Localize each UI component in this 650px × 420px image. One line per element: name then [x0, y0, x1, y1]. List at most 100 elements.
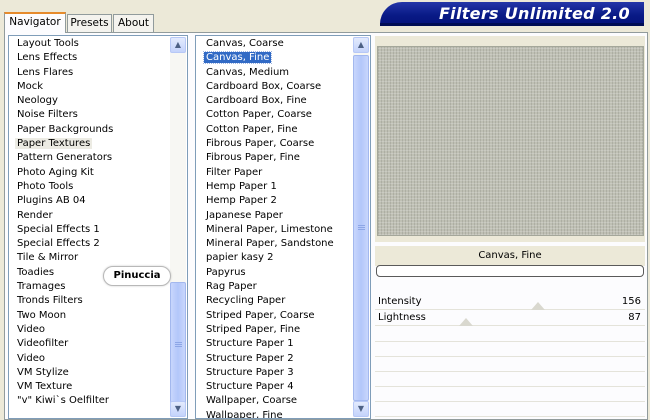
category-item[interactable]: Lens Flares [9, 66, 169, 80]
filter-item-label: Striped Paper, Fine [206, 323, 301, 335]
filter-item[interactable]: Mineral Paper, Sandstone [196, 237, 352, 251]
filter-item-label: Cotton Paper, Coarse [206, 109, 312, 121]
category-item-label: Video [17, 352, 46, 364]
slider-marker[interactable] [459, 318, 473, 326]
category-item-label: Tronds Filters [17, 295, 83, 307]
category-item[interactable]: Layout Tools [9, 37, 169, 51]
selected-filter-name: Canvas, Fine [375, 246, 645, 266]
filter-item-label: Structure Paper 1 [206, 338, 294, 350]
filter-item[interactable]: Hemp Paper 1 [196, 180, 352, 194]
category-item[interactable]: Special Effects 1 [9, 223, 169, 237]
filter-item[interactable]: Filter Paper [196, 166, 352, 180]
filter-item-label: Cotton Paper, Fine [206, 123, 298, 135]
param-label: Intensity [378, 296, 422, 307]
filter-item[interactable]: papier kasy 2 [196, 251, 352, 265]
category-item[interactable]: Video [9, 352, 169, 366]
chevron-up-icon[interactable]: ▲ [353, 37, 369, 53]
category-item[interactable]: Paper Backgrounds [9, 123, 169, 137]
slider-marker[interactable] [531, 302, 545, 310]
filter-scroll-thumb[interactable] [353, 55, 369, 401]
category-scroll-thumb[interactable] [170, 282, 186, 407]
param-label: Lightness [378, 312, 426, 323]
tab-navigator[interactable]: Navigator [4, 12, 66, 33]
category-list[interactable]: Layout Tools Lens Effects Lens Flares Mock N… [8, 35, 188, 419]
filter-item[interactable]: Cardboard Box, Coarse [196, 80, 352, 94]
category-item[interactable]: Two Moon [9, 309, 169, 323]
param-row-intensity[interactable]: Intensity 156 [375, 294, 645, 310]
category-item-label: Lens Effects [17, 52, 78, 64]
category-item-label: "v" Kiwi`s Oelfilter [17, 395, 110, 407]
filter-item-label: papier kasy 2 [206, 252, 274, 264]
filter-item[interactable]: Canvas, Coarse [196, 37, 352, 51]
chevron-down-icon[interactable]: ▼ [170, 401, 186, 417]
filter-item[interactable]: Cotton Paper, Coarse [196, 108, 352, 122]
category-item[interactable]: Paper Textures [9, 137, 169, 151]
chevron-up-icon[interactable]: ▲ [170, 37, 186, 53]
filter-item[interactable]: Wallpaper, Fine [196, 409, 352, 418]
filter-item-label: Canvas, Coarse [206, 38, 284, 49]
filter-item[interactable]: Canvas, Fine [196, 51, 352, 65]
tab-presets[interactable]: Presets [67, 14, 112, 32]
filter-item[interactable]: Structure Paper 4 [196, 380, 352, 394]
category-item[interactable]: Tronds Filters [9, 294, 169, 308]
filter-item-label: Wallpaper, Coarse [206, 395, 298, 407]
category-item-label: Layout Tools [17, 38, 79, 49]
filter-item[interactable]: Structure Paper 3 [196, 366, 352, 380]
category-item[interactable]: Photo Aging Kit [9, 166, 169, 180]
category-item[interactable]: "v" Kiwi`s Oelfilter [9, 394, 169, 408]
filter-item[interactable]: Japanese Paper [196, 209, 352, 223]
category-item[interactable]: Special Effects 2 [9, 237, 169, 251]
category-item[interactable]: Video [9, 323, 169, 337]
filter-list[interactable]: Canvas, Coarse Canvas, Fine Canvas, Medium… [195, 35, 371, 419]
category-item[interactable]: Photo Tools [9, 180, 169, 194]
category-item[interactable]: Tile & Mirror [9, 251, 169, 265]
filter-scrollbar[interactable]: ▲ ▼ [353, 37, 369, 417]
chevron-down-icon[interactable]: ▼ [353, 401, 369, 417]
filter-item-label: Recycling Paper [206, 295, 286, 307]
param-value: 87 [628, 312, 641, 323]
filter-item[interactable]: Fibrous Paper, Fine [196, 151, 352, 165]
category-item-label: Plugins AB 04 [17, 195, 86, 207]
category-item[interactable]: Plugins AB 04 [9, 194, 169, 208]
category-item-label: VM Stylize [17, 366, 69, 378]
filter-item-label: Structure Paper 4 [206, 381, 294, 393]
filter-item[interactable]: Canvas, Medium [196, 66, 352, 80]
watermark-label: Pinuccia [103, 266, 171, 286]
category-item[interactable]: Noise Filters [9, 108, 169, 122]
filter-item[interactable]: Hemp Paper 2 [196, 194, 352, 208]
category-items: Layout Tools Lens Effects Lens Flares Mock N… [9, 37, 169, 409]
filter-item[interactable]: Mineral Paper, Limestone [196, 223, 352, 237]
category-scrollbar[interactable]: ▲ ▼ [170, 37, 186, 417]
category-item[interactable]: Pattern Generators [9, 151, 169, 165]
app-title: Filters Unlimited 2.0 [438, 4, 630, 23]
filter-item[interactable]: Cardboard Box, Fine [196, 94, 352, 108]
category-item[interactable]: VM Stylize [9, 366, 169, 380]
filter-item-label: Structure Paper 3 [206, 366, 294, 378]
category-item[interactable]: Lens Effects [9, 51, 169, 65]
category-item-label: Two Moon [17, 309, 67, 321]
tab-about[interactable]: About [113, 14, 154, 32]
category-item[interactable]: Render [9, 209, 169, 223]
filter-item[interactable]: Striped Paper, Coarse [196, 309, 352, 323]
filter-item[interactable]: Striped Paper, Fine [196, 323, 352, 337]
filter-item[interactable]: Structure Paper 1 [196, 337, 352, 351]
filter-item-label: Canvas, Medium [206, 66, 290, 78]
category-item[interactable]: VM Texture [9, 380, 169, 394]
filter-item[interactable]: Fibrous Paper, Coarse [196, 137, 352, 151]
category-item[interactable]: Mock [9, 80, 169, 94]
category-item[interactable]: Neology [9, 94, 169, 108]
filter-item[interactable]: Cotton Paper, Fine [196, 123, 352, 137]
empty-param-row [375, 328, 645, 342]
filter-item[interactable]: Papyrus [196, 266, 352, 280]
filter-item-label: Mineral Paper, Limestone [206, 223, 333, 235]
filter-item-label: Hemp Paper 2 [206, 195, 277, 207]
empty-param-row [375, 373, 645, 387]
filter-item[interactable]: Rag Paper [196, 280, 352, 294]
filter-item[interactable]: Wallpaper, Coarse [196, 394, 352, 408]
filter-item[interactable]: Recycling Paper [196, 294, 352, 308]
param-row-lightness[interactable]: Lightness 87 [375, 310, 645, 326]
category-item-label: Tramages [17, 281, 66, 293]
category-item[interactable]: Videofilter [9, 337, 169, 351]
filter-item[interactable]: Structure Paper 2 [196, 352, 352, 366]
category-item-label: Render [17, 209, 53, 221]
